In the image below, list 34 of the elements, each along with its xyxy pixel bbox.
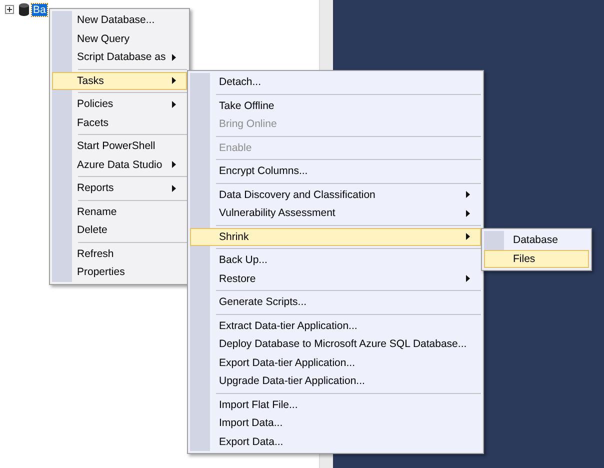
menu-item[interactable]: Encrypt Columns... <box>190 162 481 180</box>
menu-item[interactable]: Rename <box>52 202 187 221</box>
menu-item[interactable]: Files <box>484 250 589 268</box>
tree-node[interactable]: Ba <box>32 4 47 16</box>
menu-item[interactable]: Shrink <box>190 228 481 246</box>
menu-item[interactable]: Import Flat File... <box>190 396 481 414</box>
menu-item[interactable]: Script Database as <box>52 48 187 66</box>
database-icon <box>19 3 29 16</box>
menu-item[interactable]: Facets <box>52 114 187 132</box>
menu-item[interactable]: Generate Scripts... <box>190 293 481 312</box>
menu-item[interactable]: Export Data-tier Application... <box>190 354 481 372</box>
menu-item[interactable]: Policies <box>52 95 187 114</box>
menu-item[interactable]: New Query <box>52 30 187 48</box>
menu-item[interactable]: Back Up... <box>190 251 481 270</box>
menu-item[interactable]: Detach... <box>190 73 481 92</box>
menu-item[interactable]: Upgrade Data-tier Application... <box>190 372 481 390</box>
expand-icon[interactable] <box>5 5 14 14</box>
menu-item[interactable]: Properties <box>52 263 187 282</box>
menu-item[interactable]: Delete <box>52 221 187 240</box>
menu-item[interactable]: Restore <box>190 270 481 288</box>
menu-item[interactable]: Import Data... <box>190 414 481 432</box>
menu-item[interactable]: Reports <box>52 179 187 198</box>
menu-item[interactable]: Tasks <box>52 72 187 90</box>
menu-item[interactable]: Azure Data Studio <box>52 156 187 174</box>
menu-item[interactable]: New Database... <box>52 11 187 30</box>
menu-item[interactable]: Start PowerShell <box>52 137 187 156</box>
menu-item[interactable]: Deploy Database to Microsoft Azure SQL Database... <box>190 335 481 354</box>
menu-item[interactable]: Extract Data-tier Application... <box>190 316 481 335</box>
menu-item[interactable]: Take Offline <box>190 96 481 115</box>
menu-item[interactable]: Data Discovery and Classification <box>190 186 481 204</box>
menu-item[interactable]: Vulnerability Assessment <box>190 204 481 222</box>
menu-item[interactable]: Database <box>484 231 589 250</box>
menu-item[interactable]: Refresh <box>52 244 187 263</box>
menu-item[interactable]: Export Data... <box>190 432 481 451</box>
